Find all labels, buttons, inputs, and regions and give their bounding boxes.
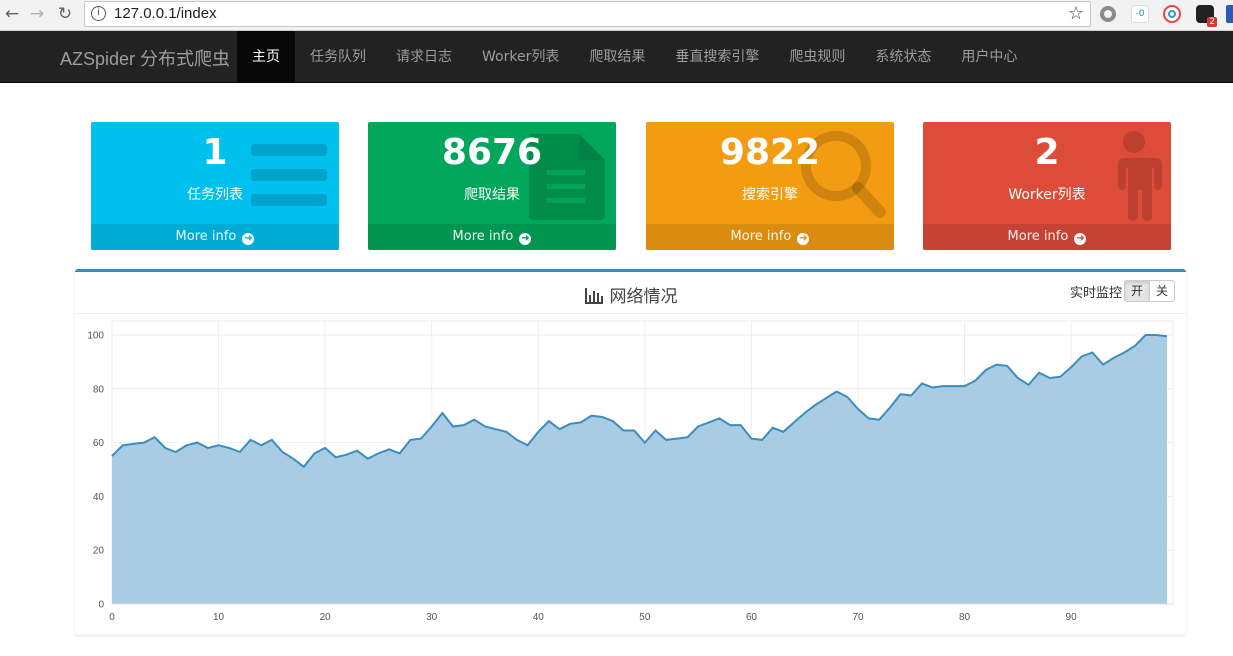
more-info-link[interactable]: More info ➜ bbox=[923, 224, 1171, 250]
x-tick-label: 60 bbox=[746, 612, 758, 623]
more-info-label: More info bbox=[175, 229, 237, 244]
x-tick-label: 10 bbox=[213, 612, 225, 623]
x-tick-label: 50 bbox=[639, 612, 651, 623]
nav-item-user-center[interactable]: 用户中心 bbox=[946, 31, 1032, 83]
nav-item-worker-list[interactable]: Worker列表 bbox=[467, 31, 574, 83]
y-tick-label: 60 bbox=[93, 438, 105, 449]
arrow-circle-right-icon: ➜ bbox=[242, 233, 255, 245]
browser-toolbar: ← → ↻ i 127.0.0.1/index ☆ -0 2 bbox=[0, 0, 1233, 31]
more-info-label: More info bbox=[452, 229, 514, 244]
back-arrow-icon[interactable]: ← bbox=[2, 4, 22, 24]
arrow-circle-right-icon: ➜ bbox=[1074, 233, 1087, 245]
more-info-link[interactable]: More info ➜ bbox=[91, 224, 339, 250]
brand-title[interactable]: AZSpider 分布式爬虫 bbox=[60, 45, 230, 71]
more-info-link[interactable]: More info ➜ bbox=[368, 224, 616, 250]
extension-app-icon[interactable]: 2 bbox=[1196, 5, 1217, 27]
stat-value: 2 bbox=[1034, 132, 1060, 173]
extension-partial-icon[interactable] bbox=[1226, 5, 1233, 23]
y-tick-label: 80 bbox=[93, 384, 105, 395]
x-tick-label: 20 bbox=[320, 612, 332, 623]
y-tick-label: 40 bbox=[93, 492, 105, 503]
extension-counter-icon[interactable]: -0 bbox=[1131, 5, 1149, 23]
y-tick-label: 0 bbox=[98, 600, 104, 611]
arrow-circle-right-icon: ➜ bbox=[519, 233, 532, 245]
nav-item-crawl-results[interactable]: 爬取结果 bbox=[574, 31, 660, 83]
url-text[interactable]: 127.0.0.1/index bbox=[114, 5, 217, 22]
extension-target-icon[interactable] bbox=[1163, 5, 1181, 23]
stat-label: 爬取结果 bbox=[464, 187, 520, 203]
stat-value: 8676 bbox=[441, 132, 543, 173]
x-tick-label: 40 bbox=[533, 612, 545, 623]
stat-label: 任务列表 bbox=[187, 187, 243, 203]
stat-box-workers: 2 Worker列表 More info ➜ bbox=[923, 122, 1171, 250]
nav-item-home[interactable]: 主页 bbox=[237, 31, 295, 83]
nav-item-task-queue[interactable]: 任务队列 bbox=[295, 31, 381, 83]
reload-icon[interactable]: ↻ bbox=[55, 4, 75, 24]
nav-item-vertical-search[interactable]: 垂直搜索引擎 bbox=[660, 31, 774, 83]
more-info-label: More info bbox=[1007, 229, 1069, 244]
x-tick-label: 80 bbox=[959, 612, 971, 623]
x-tick-label: 70 bbox=[852, 612, 864, 623]
arrow-circle-right-icon: ➜ bbox=[797, 233, 810, 245]
stat-value: 1 bbox=[202, 132, 228, 173]
stat-box-search: 9822 搜索引擎 More info ➜ bbox=[646, 122, 894, 250]
stat-box-results: 8676 爬取结果 More info ➜ bbox=[368, 122, 616, 250]
y-tick-label: 100 bbox=[87, 331, 104, 342]
more-info-label: More info bbox=[730, 229, 792, 244]
address-bar[interactable]: i 127.0.0.1/index ☆ bbox=[84, 1, 1091, 27]
series-area bbox=[112, 335, 1167, 604]
extension-badge: 2 bbox=[1207, 17, 1217, 27]
x-tick-label: 30 bbox=[426, 612, 438, 623]
nav-item-system-status[interactable]: 系统状态 bbox=[860, 31, 946, 83]
network-area-chart: 0 20 40 60 80 100 0 10 20 30 40 50 60 70 80 90 bbox=[87, 320, 1174, 623]
more-info-link[interactable]: More info ➜ bbox=[646, 224, 894, 250]
extension-circle-icon[interactable] bbox=[1100, 6, 1116, 22]
site-info-icon[interactable]: i bbox=[91, 6, 106, 21]
nav-item-request-log[interactable]: 请求日志 bbox=[381, 31, 467, 83]
stat-label: Worker列表 bbox=[1008, 187, 1086, 203]
y-tick-label: 20 bbox=[93, 546, 105, 557]
x-tick-label: 90 bbox=[1066, 612, 1078, 623]
x-tick-label: 0 bbox=[109, 612, 115, 623]
stat-value: 9822 bbox=[719, 132, 821, 173]
network-chart-box: 网络情况 实时监控 开 关 0 20 40 60 80 100 0 10 20 30 40 50 60 7… bbox=[75, 269, 1186, 635]
forward-arrow-icon[interactable]: → bbox=[27, 4, 47, 24]
stat-label: 搜索引擎 bbox=[742, 187, 798, 203]
top-navbar: AZSpider 分布式爬虫 主页 任务队列 请求日志 Worker列表 爬取结… bbox=[0, 31, 1233, 83]
stat-box-tasks: 1 任务列表 More info ➜ bbox=[91, 122, 339, 250]
main-nav: 主页 任务队列 请求日志 Worker列表 爬取结果 垂直搜索引擎 爬虫规则 系… bbox=[237, 31, 1032, 83]
bookmark-star-icon[interactable]: ☆ bbox=[1068, 3, 1084, 24]
nav-item-crawler-rules[interactable]: 爬虫规则 bbox=[774, 31, 860, 83]
